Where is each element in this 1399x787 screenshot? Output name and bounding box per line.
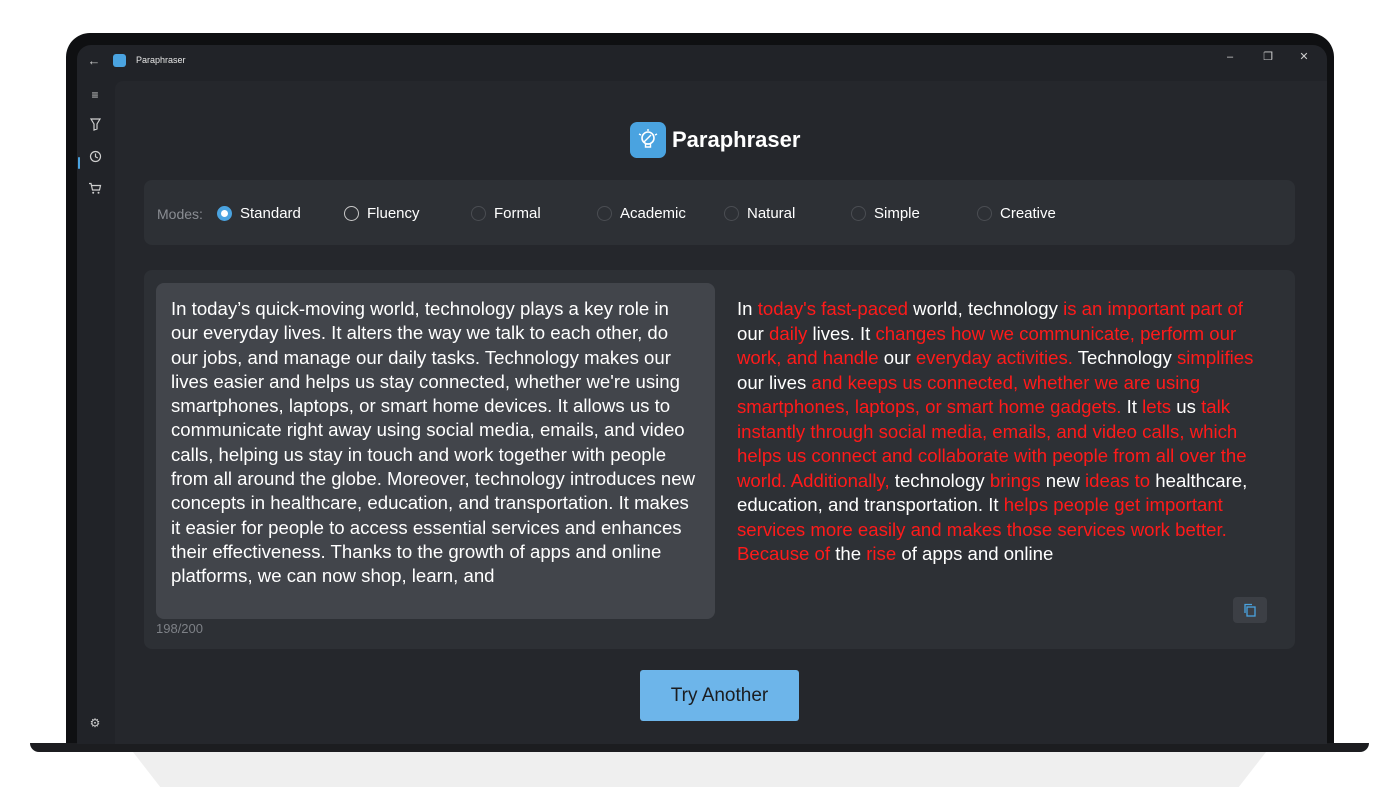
sidebar: ≡ ⚙ [77,81,113,744]
menu-icon[interactable]: ≡ [83,84,107,106]
changed-text-segment[interactable]: is an important part of [1063,298,1243,319]
sidebar-item-store[interactable] [83,180,107,202]
changed-text-segment[interactable]: simplifies [1177,347,1253,368]
mode-standard[interactable]: Standard [217,203,301,223]
close-button[interactable]: ✕ [1293,48,1315,66]
settings-gear-icon[interactable]: ⚙ [83,712,107,734]
history-icon [89,150,101,163]
main-content: Paraphraser Modes: Standard Fluency Form… [115,81,1327,744]
paraphraser-icon [89,118,101,131]
unchanged-text-segment: world, technology [908,298,1064,319]
input-text-area[interactable]: In today’s quick-moving world, technolog… [156,283,715,619]
sidebar-item-history[interactable] [83,148,107,170]
copy-icon [1244,603,1256,617]
lightbulb-logo-icon [630,122,666,158]
unchanged-text-segment: technology [889,469,990,491]
radio-icon [977,205,992,221]
back-arrow-icon[interactable]: ← [87,54,101,68]
mode-label: Academic [620,204,686,222]
try-another-button[interactable]: Try Another [640,670,799,721]
cart-icon [89,182,102,194]
radio-icon [344,205,359,221]
radio-icon [597,205,612,221]
mode-simple[interactable]: Simple [851,203,920,223]
output-text: In today's fast-paced world, technology … [737,297,1271,567]
changed-text-segment[interactable]: lets [1142,396,1171,417]
copy-button[interactable] [1233,597,1267,623]
changed-text-segment[interactable]: brings [990,470,1041,491]
word-counter: 198/200 [156,621,203,636]
modes-label: Modes: [157,206,203,222]
app-logo-icon [113,54,126,67]
output-text-area: In today's fast-paced world, technology … [725,283,1281,623]
laptop-base [30,743,1369,752]
mode-academic[interactable]: Academic [597,203,686,223]
changed-text-segment[interactable]: ideas to [1085,470,1150,491]
input-text: In today’s quick-moving world, technolog… [171,298,696,587]
minimize-button[interactable]: – [1219,48,1241,66]
mode-label: Standard [240,204,301,222]
unchanged-text-segment: Technology [1072,347,1177,368]
unchanged-text-segment: lives. It [807,322,876,344]
radio-icon [471,205,486,221]
mode-creative[interactable]: Creative [977,203,1056,223]
radio-icon [851,205,866,221]
page-title: Paraphraser [672,127,801,152]
changed-text-segment[interactable]: everyday activities. [916,347,1073,368]
mode-formal[interactable]: Formal [471,203,541,223]
title-bar: ← Paraphraser – ❐ ✕ [77,45,1327,77]
radio-icon [724,205,739,221]
changed-text-segment[interactable]: rise [866,543,896,564]
unchanged-text-segment: It [1121,396,1143,417]
unchanged-text-segment: of apps and online [896,543,1054,564]
mode-label: Simple [874,204,920,222]
paraphrase-panel: In today’s quick-moving world, technolog… [144,270,1295,649]
unchanged-text-segment: our lives [737,371,812,393]
window-title: Paraphraser [136,55,186,65]
app-window: ← Paraphraser – ❐ ✕ ≡ ⚙ Paraphraser Mode… [77,45,1327,744]
mode-label: Natural [747,204,796,222]
changed-text-segment[interactable]: daily [769,323,807,344]
mode-label: Fluency [367,204,420,222]
active-indicator [78,157,80,169]
mode-fluency[interactable]: Fluency [344,203,420,223]
unchanged-text-segment: us [1171,396,1202,417]
radio-selected-icon [217,205,232,221]
laptop-stand [133,752,1266,787]
unchanged-text-segment: our [878,347,916,368]
modes-bar: Modes: Standard Fluency Formal Academic … [144,180,1295,245]
sidebar-item-paraphraser[interactable] [83,116,107,138]
mode-natural[interactable]: Natural [724,203,795,223]
changed-text-segment[interactable]: today's fast-paced [758,298,908,319]
unchanged-text-segment: our [737,322,770,344]
unchanged-text-segment: the [830,543,867,564]
app-header: Paraphraser [630,122,800,158]
mode-label: Creative [1000,204,1056,222]
unchanged-text-segment: new [1040,469,1086,491]
mode-label: Formal [494,204,541,222]
unchanged-text-segment: In [737,298,758,319]
restore-button[interactable]: ❐ [1257,48,1279,66]
